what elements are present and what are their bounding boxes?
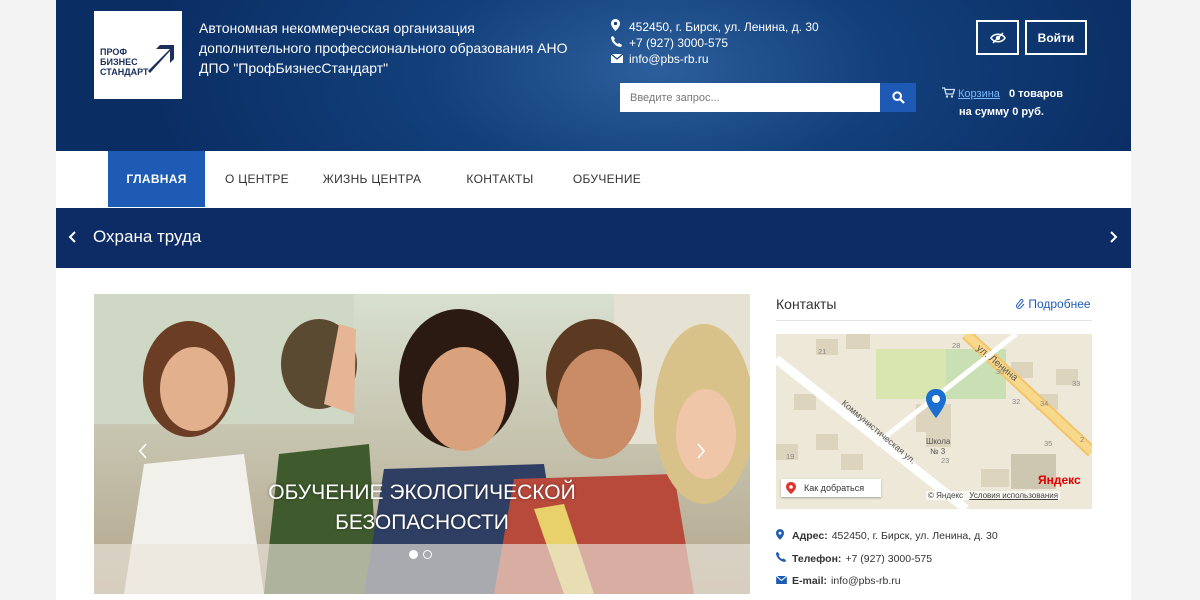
login-button[interactable]: Войти [1025,20,1087,55]
nav-item-education[interactable]: ОБУЧЕНИЕ [563,151,651,207]
contact-phone: Телефон: +7 (927) 3000-575 [776,552,932,565]
map-house-number: 35 [1044,439,1052,448]
map-copyright: © Яндекс [928,491,964,500]
contact-phone-value[interactable]: +7 (927) 3000-575 [845,553,932,565]
news-ticker: Охрана труда [56,208,1131,268]
search-icon [891,91,905,104]
header-email: info@pbs-rb.ru [610,51,819,67]
search-button[interactable] [880,83,916,112]
contact-email-label: E-mail: [792,575,828,587]
news-ticker-title[interactable]: Охрана труда [93,227,201,247]
contacts-title: Контакты [776,296,837,312]
map-route-label: Как добраться [804,483,865,493]
map-route-button[interactable]: Как добраться [781,479,881,497]
logo-text-line: БИЗНЕС [100,57,138,67]
cart-sum: 0 руб. [1012,106,1044,118]
nav-item-contacts[interactable]: КОНТАКТЫ [456,151,544,207]
organization-name: Автономная некоммерческая организация до… [199,18,579,78]
map-school-label: Школа [926,437,951,446]
logo-text: ПРОФ БИЗНЕС СТАНДАРТ [100,47,149,77]
slider-prev-icon[interactable] [138,442,148,460]
map-house-number: 34 [1040,399,1048,408]
slider-dot[interactable] [409,550,418,559]
slider-caption-line: БЕЗОПАСНОСТИ [335,511,509,534]
envelope-icon [775,575,790,587]
header-address: 452450, г. Бирск, ул. Ленина, д. 30 [611,19,819,35]
header-phone-text[interactable]: +7 (927) 3000-575 [629,35,728,51]
logo-text-line: СТАНДАРТ [100,67,149,77]
site-header: ПРОФ БИЗНЕС СТАНДАРТ Автономная некоммер… [56,0,1131,151]
slider-dot[interactable] [423,550,432,559]
phone-icon [611,35,625,51]
nav-item-home[interactable]: ГЛАВНАЯ [108,151,205,207]
header-contacts: 452450, г. Бирск, ул. Ленина, д. 30 +7 (… [610,19,819,67]
paperclip-icon [1016,298,1025,309]
cart-widget: Корзина 0 товаров на сумму 0 руб. [942,85,1063,121]
map-brand: Яндекс [1038,473,1081,487]
contact-address: Адрес: 452450, г. Бирск, ул. Ленина, д. … [776,529,998,543]
map-house-number: 23 [941,456,949,465]
map-marker-icon [611,19,625,35]
yandex-map[interactable]: ул. Ленина Коммунистическая ул. Школа № … [776,334,1092,509]
header-email-link[interactable]: info@pbs-rb.ru [629,51,709,67]
contact-email-value[interactable]: info@pbs-rb.ru [831,575,901,587]
logo-arrow-icon [148,45,174,73]
header-phone: +7 (927) 3000-575 [611,35,819,51]
slider-caption: ОБУЧЕНИЕ ЭКОЛОГИЧЕСКОЙ БЕЗОПАСНОСТИ [94,478,750,538]
map-terms-link[interactable]: Условия использования [969,491,1058,500]
chevron-right-icon[interactable] [1108,230,1118,244]
slider-caption-line: ОБУЧЕНИЕ ЭКОЛОГИЧЕСКОЙ [268,481,576,504]
search-input[interactable] [620,83,880,112]
phone-icon [776,552,790,565]
more-link-label: Подробнее [1028,297,1091,311]
page: ПРОФ БИЗНЕС СТАНДАРТ Автономная некоммер… [56,0,1131,600]
map-house-number: 30 [996,367,1004,376]
eye-icon [989,32,1006,43]
cart-count: 0 товаров [1008,88,1064,100]
map-house-number: 21 [818,347,826,356]
contact-address-value: 452450, г. Бирск, ул. Ленина, д. 30 [831,530,998,542]
chevron-left-icon[interactable] [68,230,78,244]
nav-item-about[interactable]: О ЦЕНТРЕ [216,151,298,207]
logo-text-line: ПРОФ [100,47,128,57]
hero-slider[interactable] [94,294,750,594]
org-line: Автономная некоммерческая организация [199,20,475,36]
map-footer: © Яндекс Условия использования [926,491,1061,500]
map-marker-icon [776,529,790,543]
main-nav: ГЛАВНАЯ О ЦЕНТРЕ ЖИЗНЬ ЦЕНТРА КОНТАКТЫ О… [56,151,1131,207]
divider [776,320,1092,321]
nav-item-center-life[interactable]: ЖИЗНЬ ЦЕНТРА [318,151,426,207]
accessibility-button[interactable] [976,20,1019,55]
more-link[interactable]: Подробнее [1016,297,1091,311]
map-school-no: № 3 [930,447,946,456]
map-house-number: 32 [1012,397,1020,406]
cart-link[interactable]: Корзина [958,88,1000,100]
contact-email: E-mail: info@pbs-rb.ru [775,575,901,587]
map-house-number: 19 [786,452,794,461]
contact-address-label: Адрес: [792,530,828,542]
contact-phone-label: Телефон: [792,552,842,565]
route-pin-icon [786,482,796,494]
map-house-number: 28 [952,341,960,350]
map-house-number: 33 [1072,379,1080,388]
envelope-icon [610,51,625,67]
org-line: ДПО "ПрофБизнесСтандарт" [199,60,389,76]
cart-icon [942,87,956,98]
slider-next-icon[interactable] [696,442,706,460]
map-house-number: 2 [1080,435,1084,444]
header-address-text: 452450, г. Бирск, ул. Ленина, д. 30 [629,20,819,34]
cart-sum-prefix: на сумму [959,106,1010,118]
logo[interactable]: ПРОФ БИЗНЕС СТАНДАРТ [94,11,182,99]
org-line: дополнительного профессионального образо… [199,40,568,56]
students-photo [94,294,750,594]
slider-dots [409,550,432,559]
